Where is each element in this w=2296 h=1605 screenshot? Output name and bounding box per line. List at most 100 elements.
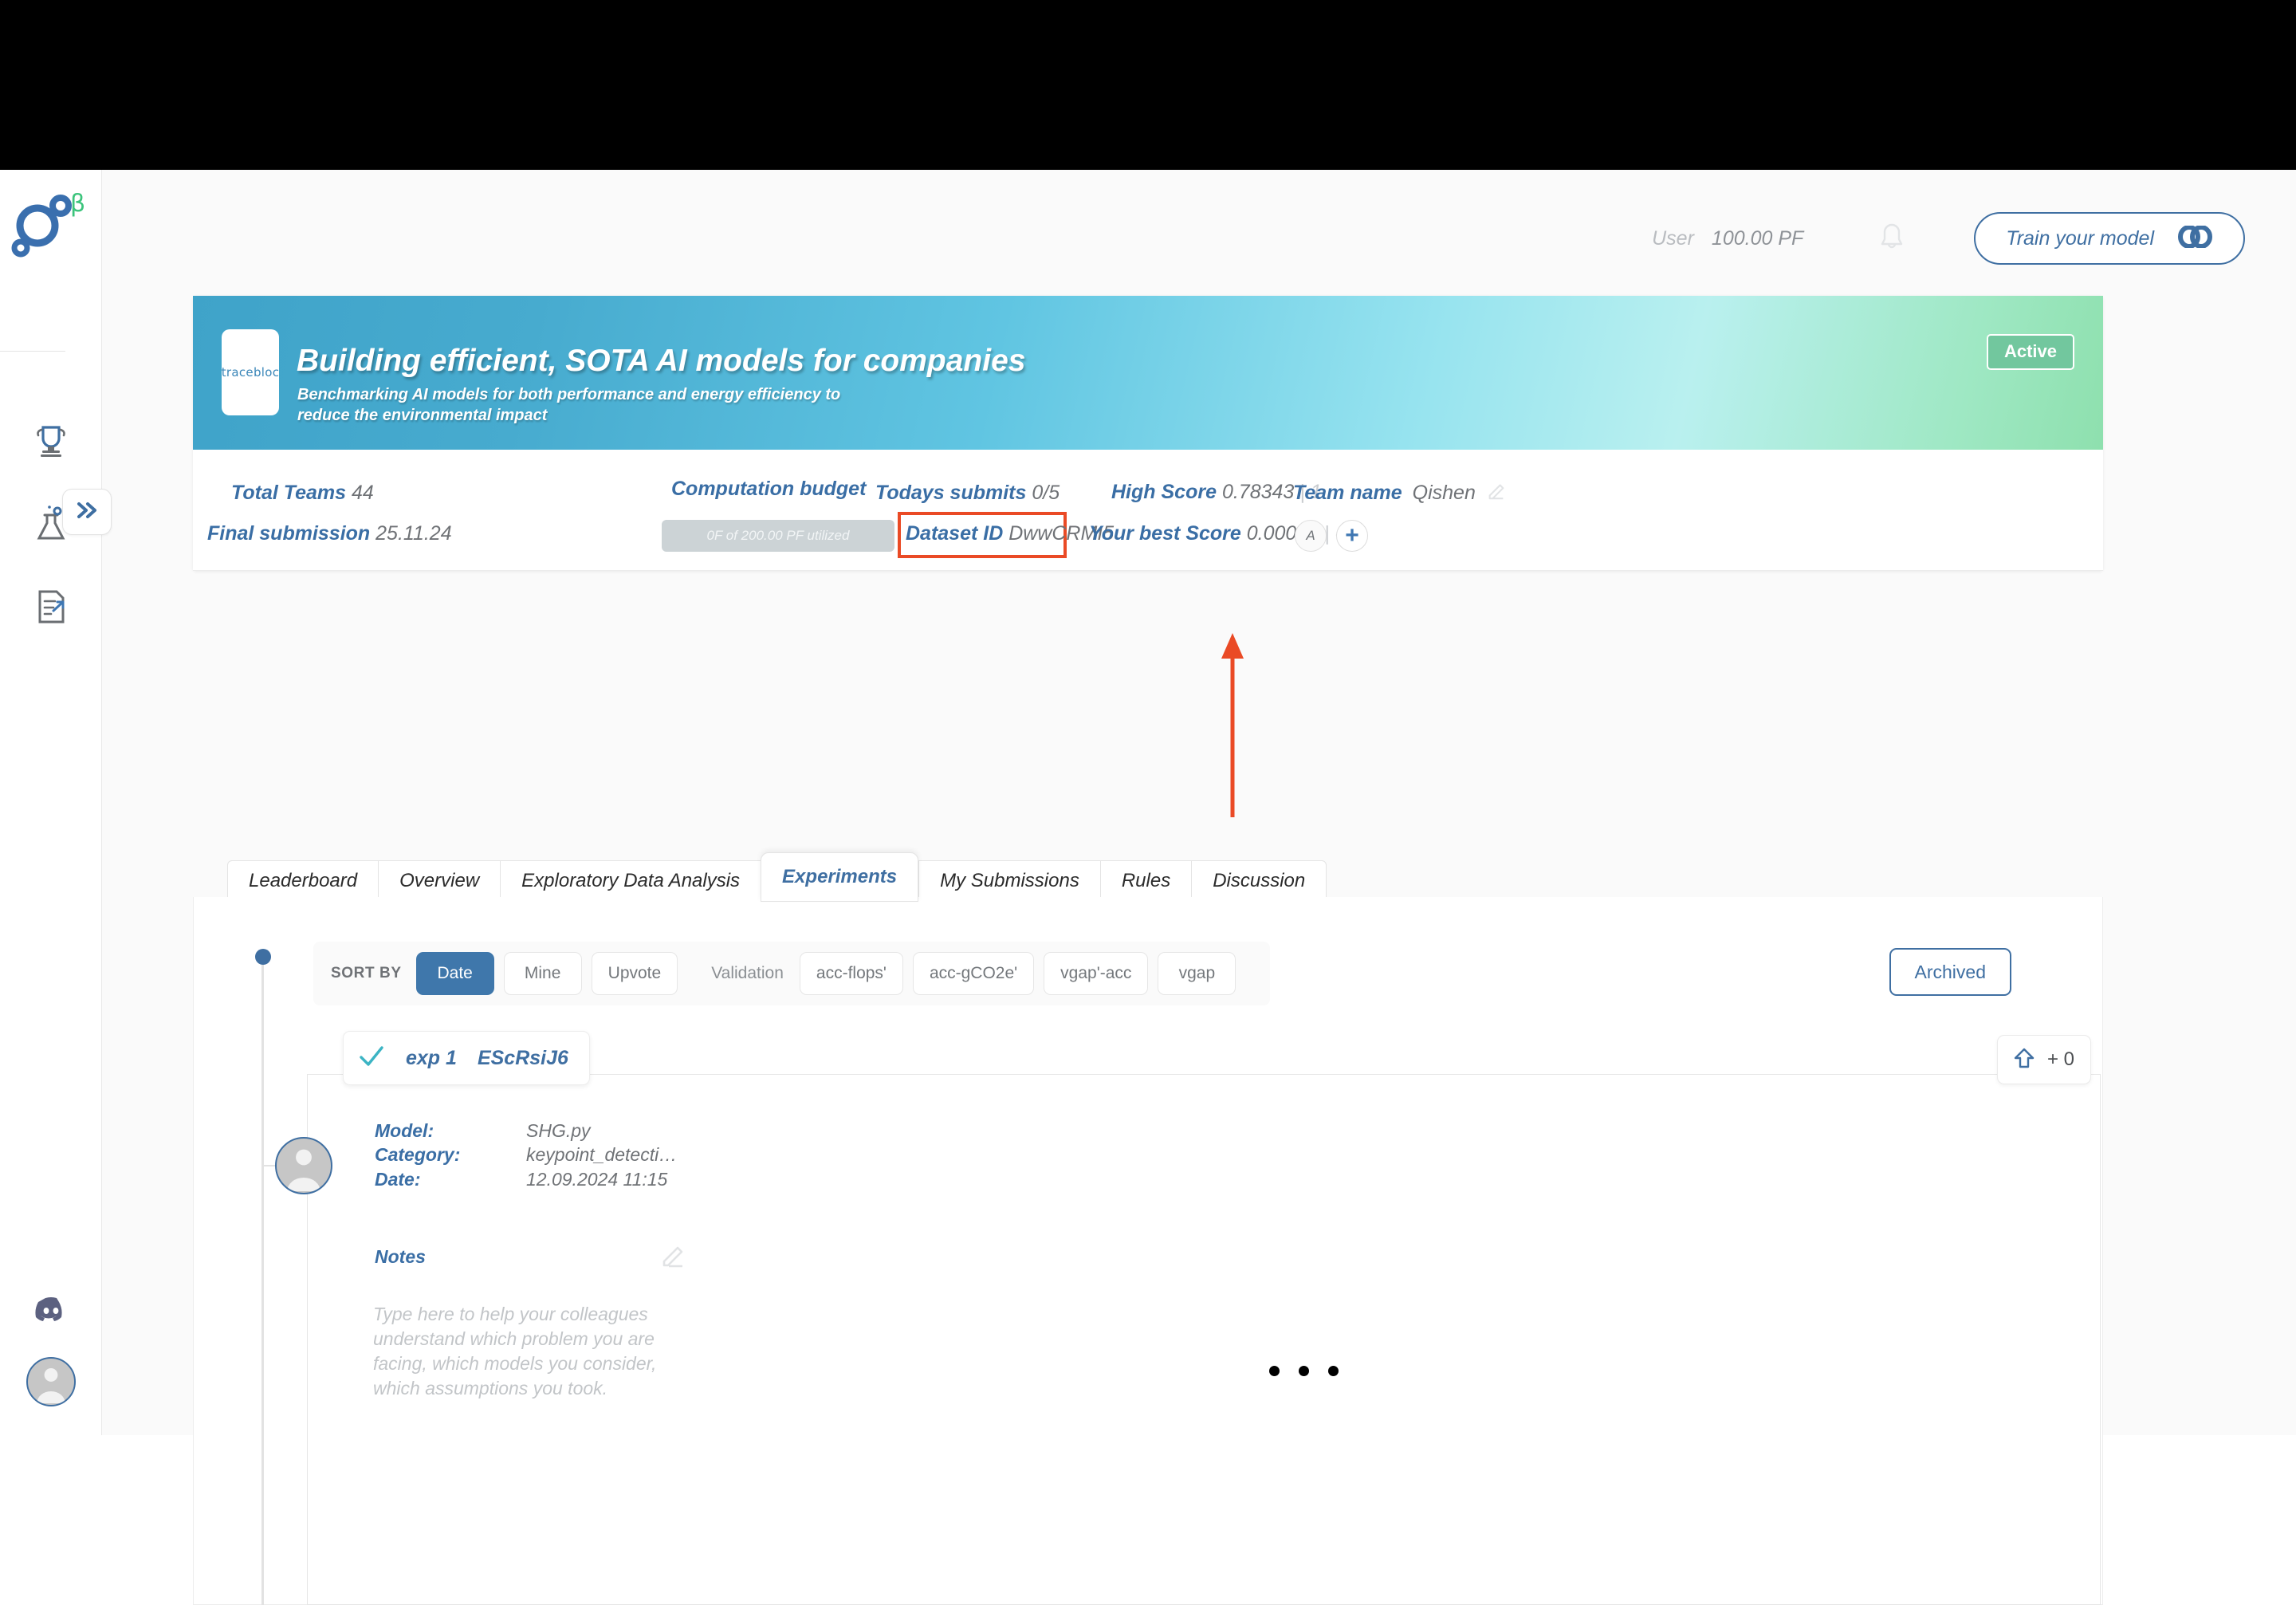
competition-subtitle: Benchmarking AI models for both performa… [297, 385, 840, 426]
bell-icon[interactable] [1878, 222, 1905, 256]
pf-balance: 100.00 PF [1711, 226, 1804, 250]
filter-bar: SORT BY Date Mine Upvote Validation acc-… [313, 942, 1270, 1005]
total-teams-label: Total Teams [231, 482, 347, 504]
user-label: User [1652, 226, 1694, 250]
validation-option-acc-flops[interactable]: acc-flops' [799, 952, 903, 995]
meta-key-model: Model: [375, 1120, 434, 1141]
notes-placeholder[interactable]: Type here to help your colleagues unders… [373, 1302, 684, 1401]
tab-exploratory-data-analysis[interactable]: Exploratory Data Analysis [500, 860, 761, 902]
sort-option-mine[interactable]: Mine [503, 952, 582, 995]
competition-logo: tracebloc [222, 329, 279, 415]
final-submission-value: 25.11.24 [375, 522, 452, 545]
hero-banner: tracebloc Building efficient, SOTA AI mo… [193, 296, 2103, 450]
experiment-name: exp 1 [406, 1046, 457, 1069]
annotation-arrow [1221, 633, 1244, 817]
notes-label: Notes [375, 1246, 426, 1267]
competition-subtitle-line2: reduce the environmental impact [297, 406, 548, 424]
high-score-label: High Score [1111, 481, 1217, 503]
add-team-member-button[interactable]: + [1336, 520, 1368, 552]
stat-final-submission: Final submission 25.11.24 [207, 522, 452, 545]
check-icon [358, 1044, 385, 1072]
team-members: A + [1295, 520, 1368, 552]
tab-discussion[interactable]: Discussion [1191, 860, 1327, 902]
loading-dot [1269, 1366, 1280, 1376]
upvote-button[interactable]: + 0 [1997, 1035, 2092, 1084]
experiment-title-chip[interactable]: exp 1 EScRsiJ6 [343, 1031, 590, 1085]
meta-value-date: 12.09.2024 11:15 [526, 1168, 668, 1190]
loading-dots [1269, 1366, 1339, 1376]
experiment-id: EScRsiJ6 [477, 1046, 568, 1069]
upvote-count: + 0 [2047, 1048, 2075, 1070]
validation-label: Validation [711, 964, 784, 982]
archived-button[interactable]: Archived [1889, 948, 2011, 996]
discord-icon [32, 1294, 70, 1327]
sidebar-collapse-button[interactable] [62, 489, 112, 535]
rail-bottom-nav [0, 1274, 102, 1418]
document-export-icon [31, 587, 71, 631]
sidebar-item-discord[interactable] [0, 1274, 102, 1346]
high-score-value: 0.78343 [1221, 481, 1295, 503]
team-name-value: Qishen [1412, 482, 1476, 504]
top-bar-right: User 100.00 PF Train your model [1652, 170, 2245, 307]
sidebar-item-competitions[interactable] [0, 401, 102, 484]
stat-todays-submits: Todays submits 0/5 [875, 482, 1060, 505]
trophy-icon [31, 423, 71, 463]
rail-divider [0, 351, 65, 352]
competition-subtitle-line1: Benchmarking AI models for both performa… [297, 386, 841, 403]
computation-budget-bar: 0F of 200.00 PF utilized [662, 520, 894, 552]
tab-leaderboard[interactable]: Leaderboard [227, 860, 379, 902]
loading-dot [1299, 1366, 1309, 1376]
left-sidebar: β [0, 170, 112, 1435]
tab-rules[interactable]: Rules [1099, 860, 1192, 902]
train-your-model-button[interactable]: Train your model [1974, 212, 2245, 265]
upvote-arrow-icon [2014, 1047, 2035, 1073]
colab-icon [2176, 224, 2213, 252]
team-member-avatar[interactable]: A [1295, 520, 1327, 552]
pencil-icon[interactable] [1486, 480, 1507, 506]
competition-tabs: Leaderboard Overview Exploratory Data An… [227, 852, 1327, 902]
status-badge: Active [1986, 334, 2074, 370]
letterbox-top [0, 0, 2296, 170]
todays-submits-label: Todays submits [875, 482, 1027, 504]
timeline-dot [255, 949, 271, 965]
avatar [26, 1357, 76, 1406]
sidebar-item-profile[interactable] [0, 1346, 102, 1418]
meta-key-date: Date: [375, 1168, 421, 1190]
sort-option-date[interactable]: Date [415, 952, 494, 995]
sidebar-item-submissions[interactable] [0, 567, 102, 650]
timeline-line [261, 959, 264, 1605]
meta-row-date: Date: 12.09.2024 11:15 [375, 1167, 677, 1191]
validation-option-vgap-acc[interactable]: vgap'-acc [1044, 952, 1149, 995]
competition-title: Building efficient, SOTA AI models for c… [297, 344, 1026, 378]
tab-my-submissions[interactable]: My Submissions [918, 860, 1100, 902]
chevron-double-right-icon [75, 500, 99, 525]
app-shell: β User 100.00 PF Train your model traceb… [0, 170, 2296, 1605]
meta-value-category: keypoint_detecti… [526, 1144, 678, 1166]
train-button-label: Train your model [2006, 226, 2154, 250]
meta-row-model: Model: SHG.py [375, 1119, 677, 1143]
team-name-label: Team name [1293, 482, 1402, 504]
loading-dot [1328, 1366, 1339, 1376]
competition-logo-label: tracebloc [221, 365, 280, 380]
meta-key-category: Category: [375, 1144, 461, 1166]
notes-edit-button[interactable] [660, 1241, 687, 1273]
tab-experiments[interactable]: Experiments [761, 852, 919, 902]
validation-option-vgap[interactable]: vgap [1158, 952, 1236, 995]
computation-budget-text: 0F of 200.00 PF utilized [706, 528, 850, 543]
beta-label: β [70, 190, 86, 218]
sort-option-upvote[interactable]: Upvote [591, 952, 678, 995]
your-best-score-label: Your best Score [1089, 522, 1241, 545]
total-teams-value: 44 [351, 482, 374, 504]
computation-budget-label: Computation budget [671, 478, 867, 500]
top-bar: User 100.00 PF Train your model [102, 170, 2296, 307]
stat-team-name: Team name Qishen [1293, 480, 1507, 506]
todays-submits-value: 0/5 [1032, 482, 1060, 504]
pencil-icon [660, 1246, 687, 1272]
stat-total-teams: Total Teams 44 [231, 482, 374, 505]
sort-by-label: SORT BY [331, 965, 402, 981]
tab-overview[interactable]: Overview [378, 860, 501, 902]
experiment-meta: Model: SHG.py Category: keypoint_detecti… [375, 1119, 677, 1191]
validation-option-acc-gco2e[interactable]: acc-gCO2e' [912, 952, 1035, 995]
meta-value-model: SHG.py [526, 1120, 591, 1141]
stat-dataset-id: Dataset ID DwwCRMI5 [906, 522, 1114, 545]
